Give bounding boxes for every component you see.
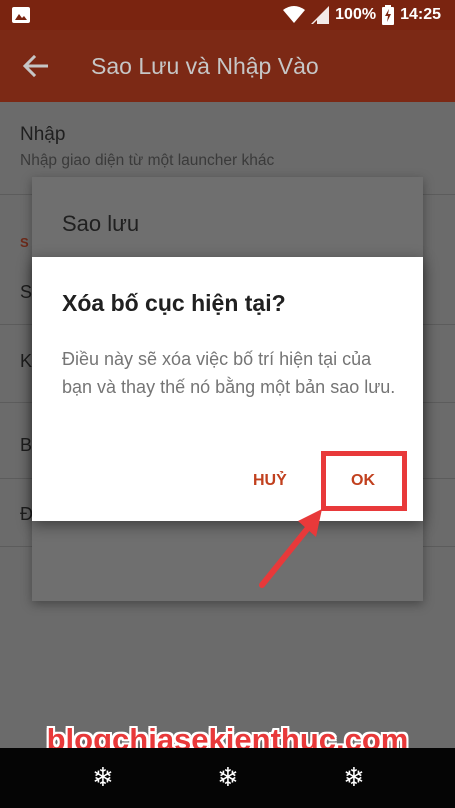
back-arrow-icon[interactable] (22, 54, 48, 78)
signal-icon (311, 6, 330, 24)
backup-dialog-title: Sao lưu (62, 211, 140, 236)
import-title[interactable]: Nhập (20, 124, 65, 146)
navigation-bar: ❄ ❄ ❄ (0, 748, 455, 808)
list-item-peek[interactable]: K (20, 351, 32, 372)
highlight-box (321, 451, 407, 511)
section-header-peek: S (20, 235, 29, 250)
cancel-button[interactable]: HUỶ (253, 472, 287, 490)
list-item-peek[interactable]: B (20, 435, 32, 456)
dialog-title: Xóa bố cục hiện tại? (62, 290, 286, 316)
import-subtitle: Nhập giao diện từ một launcher khác (20, 152, 275, 169)
snowflake-icon[interactable]: ❄ (339, 762, 369, 792)
app-bar: Sao Lưu và Nhập Vào (0, 30, 455, 102)
clock: 14:25 (400, 6, 441, 23)
battery-percent: 100% (335, 6, 377, 23)
page-title: Sao Lưu và Nhập Vào (91, 53, 319, 79)
list-item-peek[interactable]: S (20, 282, 32, 303)
battery-charging-icon (382, 5, 395, 25)
snowflake-icon[interactable]: ❄ (88, 762, 118, 792)
dialog-message: Điều này sẽ xóa việc bố trí hiện tại của… (62, 349, 396, 397)
wifi-icon (283, 6, 306, 23)
image-icon (12, 7, 30, 23)
annotation-arrow-icon (259, 509, 322, 588)
snowflake-icon[interactable]: ❄ (213, 762, 243, 792)
status-bar: 100% 14:25 (0, 0, 455, 30)
